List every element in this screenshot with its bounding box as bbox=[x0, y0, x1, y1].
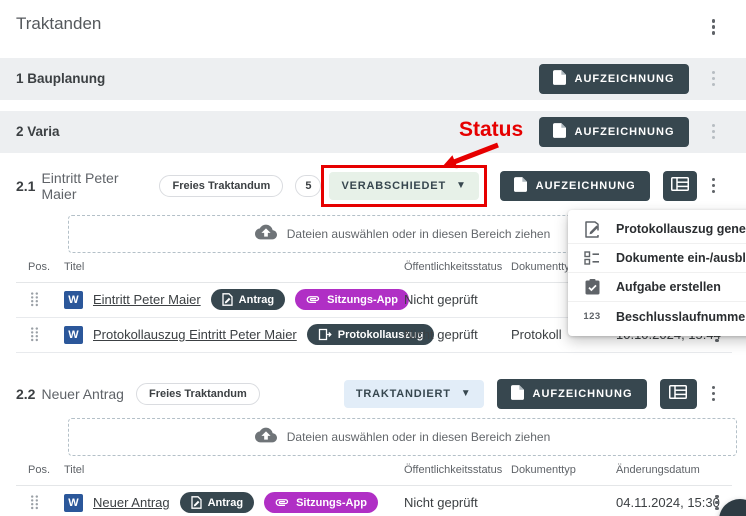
chip-freies-traktandum: Freies Traktandum bbox=[159, 175, 283, 197]
section-more-icon[interactable] bbox=[705, 66, 723, 92]
section-bauplanung: 1 Bauplanung AUFZEICHNUNG bbox=[0, 58, 746, 100]
table-view-button[interactable] bbox=[660, 379, 697, 409]
item-more-icon[interactable] bbox=[705, 381, 723, 407]
aufzeichnung-button[interactable]: AUFZEICHNUNG bbox=[500, 171, 650, 201]
item-header-2-1: 2.1 Eintritt Peter Maier Freies Traktand… bbox=[0, 165, 746, 207]
ballot-list-icon bbox=[583, 251, 601, 265]
task-check-icon bbox=[583, 279, 601, 295]
item-number: 2.1 bbox=[16, 178, 35, 194]
word-file-icon: W bbox=[64, 494, 83, 512]
badge-antrag: Antrag bbox=[211, 289, 285, 310]
table-header: Pos. Titel Öffentlichkeitsstatus Dokumen… bbox=[16, 456, 732, 486]
chevron-down-icon: ▼ bbox=[456, 181, 467, 191]
cloud-upload-icon bbox=[255, 224, 277, 243]
file-dropzone[interactable]: Dateien auswählen oder in diesen Bereich… bbox=[68, 418, 737, 456]
menu-item-aufgabe-erstellen[interactable]: Aufgabe erstellen bbox=[568, 273, 746, 302]
cloud-upload-icon bbox=[255, 427, 277, 446]
page-more-icon[interactable] bbox=[705, 14, 723, 40]
word-file-icon: W bbox=[64, 326, 83, 344]
section-title: 1 Bauplanung bbox=[16, 71, 105, 86]
badge-antrag: Antrag bbox=[180, 492, 254, 513]
section-varia: 2 Varia AUFZEICHNUNG bbox=[0, 111, 746, 153]
document-icon bbox=[553, 70, 566, 88]
numbers-123-icon: 123 bbox=[583, 311, 601, 322]
chip-freies-traktandum: Freies Traktandum bbox=[136, 383, 260, 405]
document-icon bbox=[553, 123, 566, 141]
badge-sitzungs-app: Sitzungs-App bbox=[264, 492, 378, 513]
item-header-2-2: 2.2 Neuer Antrag Freies Traktandum TRAKT… bbox=[0, 379, 746, 409]
item-title: Neuer Antrag bbox=[41, 386, 124, 402]
traktanden-page: Traktanden 1 Bauplanung AUFZEICHNUNG 2 V… bbox=[0, 0, 746, 516]
table-icon bbox=[671, 177, 689, 194]
document-link[interactable]: Protokollauszug Eintritt Peter Maier bbox=[93, 327, 297, 342]
item-more-icon[interactable] bbox=[705, 173, 723, 199]
page-title: Traktanden bbox=[16, 14, 101, 34]
table-row: W Neuer Antrag Antrag Sitzungs-App Nicht… bbox=[16, 486, 732, 516]
menu-item-dokumente-ein-ausblenden[interactable]: Dokumente ein-/ausblenden bbox=[568, 244, 746, 273]
section-more-icon[interactable] bbox=[705, 119, 723, 145]
aufzeichnung-button[interactable]: AUFZEICHNUNG bbox=[497, 379, 647, 409]
annotation-arrow-icon bbox=[428, 142, 508, 176]
section-title: 2 Varia bbox=[16, 124, 60, 139]
document-edit-icon bbox=[583, 221, 601, 238]
item-title: Eintritt Peter Maier bbox=[41, 170, 147, 202]
context-menu: Protokollauszug generieren Dokumente ein… bbox=[568, 210, 746, 336]
documents-table-2-2: Pos. Titel Öffentlichkeitsstatus Dokumen… bbox=[16, 456, 732, 516]
page-header: Traktanden bbox=[0, 0, 746, 58]
status-dropdown[interactable]: TRAKTANDIERT ▼ bbox=[344, 380, 484, 408]
menu-item-beschlusslaufnummer-bearbeiten[interactable]: 123 Beschlusslaufnummer bearbeiten bbox=[568, 302, 746, 331]
item-number: 2.2 bbox=[16, 386, 35, 402]
annotation-status-label: Status bbox=[459, 118, 523, 142]
drag-handle-icon[interactable] bbox=[30, 495, 64, 510]
chevron-down-icon: ▼ bbox=[461, 389, 472, 399]
document-icon bbox=[514, 177, 527, 195]
aufzeichnung-button[interactable]: AUFZEICHNUNG bbox=[539, 117, 689, 147]
word-file-icon: W bbox=[64, 291, 83, 309]
document-icon bbox=[511, 385, 524, 403]
table-icon bbox=[669, 385, 687, 402]
drag-handle-icon[interactable] bbox=[30, 292, 64, 307]
document-link[interactable]: Neuer Antrag bbox=[93, 495, 170, 510]
menu-item-protokollauszug-generieren[interactable]: Protokollauszug generieren bbox=[568, 215, 746, 244]
badge-sitzungs-app: Sitzungs-App bbox=[295, 289, 409, 310]
aufzeichnung-button[interactable]: AUFZEICHNUNG bbox=[539, 64, 689, 94]
table-view-button[interactable] bbox=[663, 171, 697, 201]
document-link[interactable]: Eintritt Peter Maier bbox=[93, 292, 201, 307]
drag-handle-icon[interactable] bbox=[30, 327, 64, 342]
count-badge: 5 bbox=[295, 175, 321, 197]
